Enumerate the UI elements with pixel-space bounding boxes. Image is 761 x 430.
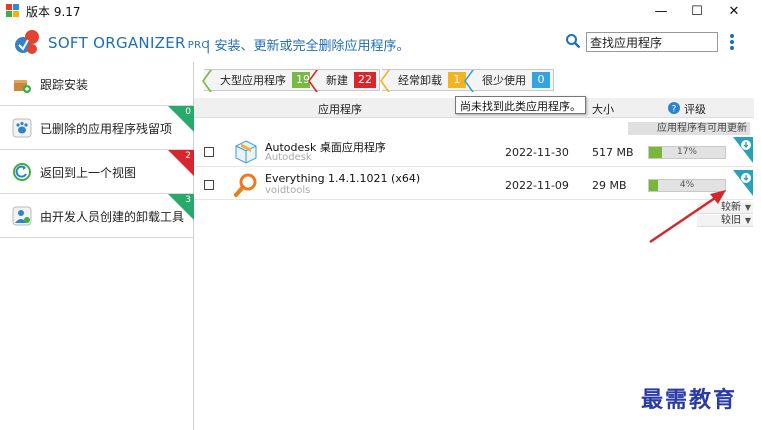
chevron-left-icon xyxy=(464,70,474,92)
title-bar: 版本 9.17 — ☐ ✕ xyxy=(0,0,761,22)
sidebar: 跟踪安装 已删除的应用程序残留项 0 返回到上一个视图 2 由开发人员创建的卸载… xyxy=(0,62,194,430)
search-input[interactable] xyxy=(586,32,718,52)
sidebar-item-label: 已删除的应用程序残留项 xyxy=(40,122,173,136)
window-title: 版本 9.17 xyxy=(26,5,81,19)
install-date: 2022-11-09 xyxy=(505,179,569,192)
update-available-icon[interactable] xyxy=(733,137,753,163)
install-date: 2022-11-30 xyxy=(505,146,569,159)
filter-count: 22 xyxy=(354,72,376,88)
chevron-left-icon xyxy=(202,70,212,92)
app-name: Everything 1.4.1.1021 (x64) xyxy=(265,172,421,185)
install-box-icon xyxy=(14,80,31,93)
chevron-left-icon xyxy=(380,70,390,92)
filter-large-apps[interactable]: 大型应用程序 19 xyxy=(202,69,318,92)
sidebar-item-trace-install[interactable]: 跟踪安装 xyxy=(0,62,194,106)
brand-name: SOFT ORGANIZER PRO xyxy=(48,34,210,52)
autodesk-cube-icon xyxy=(235,140,257,164)
close-button[interactable]: ✕ xyxy=(716,0,752,22)
sidebar-item-label: 返回到上一个视图 xyxy=(40,166,137,180)
more-options-icon[interactable] xyxy=(726,32,738,52)
rating-value: 17% xyxy=(676,147,697,157)
column-header-rating[interactable]: 评级 xyxy=(684,101,706,117)
updates-available-label[interactable]: 应用程序有可用更新 xyxy=(628,122,750,135)
filter-label: 大型应用程序 xyxy=(220,74,286,87)
rating-bar: 17% xyxy=(648,146,726,159)
sidebar-item-removed-traces[interactable]: 已删除的应用程序残留项 0 xyxy=(0,106,194,150)
app-publisher: Autodesk xyxy=(265,152,312,163)
app-header: SOFT ORGANIZER PRO | 安装、更新或完全删除应用程序。 xyxy=(0,24,761,60)
app-size: 517 MB xyxy=(592,146,634,159)
minimize-button[interactable]: — xyxy=(643,0,679,22)
filter-count: 0 xyxy=(532,72,550,88)
annotation-arrow xyxy=(649,190,726,244)
filter-rarely-used[interactable]: 很少使用 0 xyxy=(464,69,554,92)
table-row[interactable]: Autodesk 桌面应用程序 Autodesk 2022-11-30 517 … xyxy=(195,137,753,167)
developer-uninstaller-icon xyxy=(12,206,32,226)
sidebar-badge: 3 xyxy=(185,195,191,205)
sidebar-item-label: 由开发人员创建的卸载工具 xyxy=(40,210,185,224)
filter-label: 经常卸载 xyxy=(398,74,442,87)
app-logo-icon xyxy=(6,4,20,18)
traces-paw-icon xyxy=(12,118,32,138)
chevron-down-icon: ▼ xyxy=(744,216,751,225)
row-checkbox[interactable] xyxy=(204,147,214,157)
sidebar-item-label: 跟踪安装 xyxy=(40,78,89,92)
brand-tagline: | 安装、更新或完全删除应用程序。 xyxy=(206,39,410,54)
filter-label: 很少使用 xyxy=(482,74,526,87)
chevron-down-icon: ▼ xyxy=(744,203,751,212)
app-size: 29 MB xyxy=(592,179,627,192)
app-publisher: voidtools xyxy=(265,185,311,196)
back-view-icon xyxy=(13,163,31,181)
filter-often-uninstalled[interactable]: 经常卸载 1 xyxy=(380,69,470,92)
sidebar-badge: 0 xyxy=(185,107,191,117)
watermark-text: 最需教育 xyxy=(641,387,738,413)
maximize-button[interactable]: ☐ xyxy=(679,0,715,22)
column-header-size[interactable]: 大小 xyxy=(592,101,614,117)
help-icon[interactable]: ? xyxy=(668,102,680,114)
row-checkbox[interactable] xyxy=(204,180,214,190)
tooltip: 尚未找到此类应用程序。 xyxy=(455,96,586,114)
filter-new[interactable]: 新建 22 xyxy=(308,69,380,92)
sidebar-item-developer-uninstallers[interactable]: 由开发人员创建的卸载工具 3 xyxy=(0,194,194,238)
svg-text:?: ? xyxy=(672,105,677,115)
everything-magnifier-icon xyxy=(234,173,257,197)
update-available-icon[interactable] xyxy=(733,170,753,196)
chevron-left-icon xyxy=(308,70,318,92)
column-header-app[interactable]: 应用程序 xyxy=(318,101,362,117)
search-icon[interactable] xyxy=(565,33,581,49)
sidebar-badge: 2 xyxy=(185,151,191,161)
sidebar-item-back-view[interactable]: 返回到上一个视图 2 xyxy=(0,150,194,194)
soft-organizer-logo-icon xyxy=(15,30,39,54)
